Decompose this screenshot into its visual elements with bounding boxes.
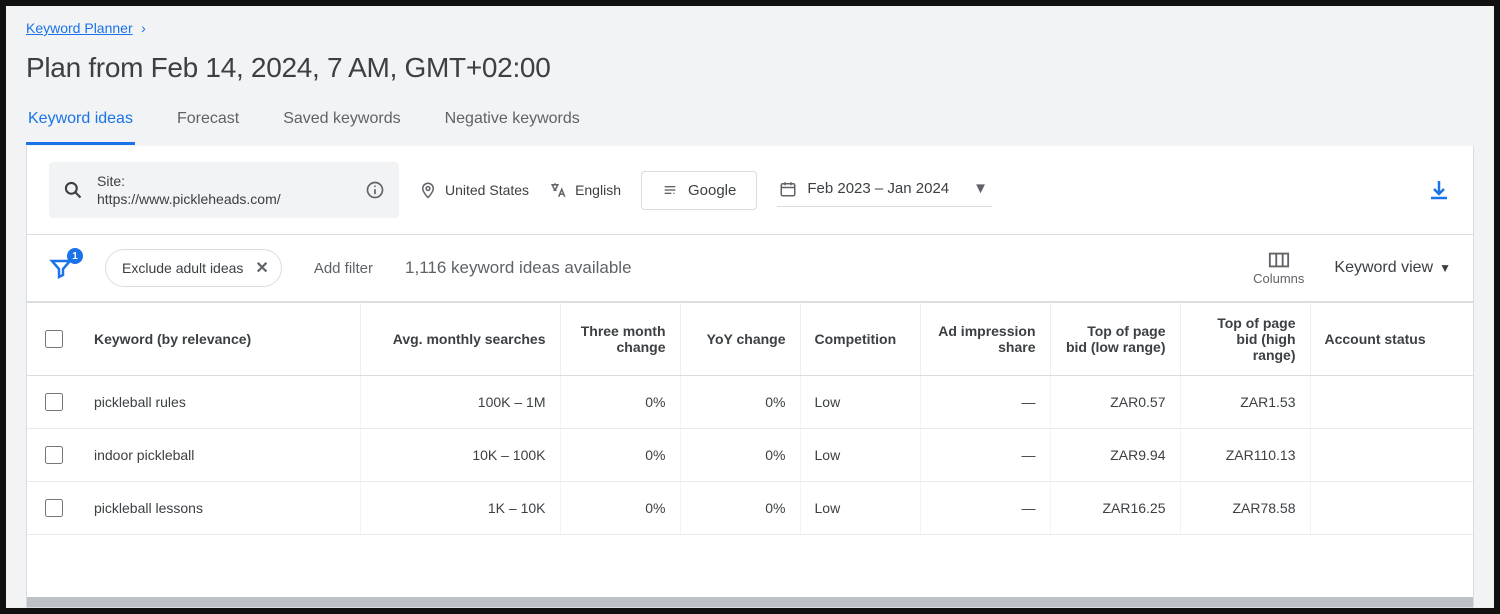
cell-competition: Low xyxy=(800,376,920,429)
filter-icon[interactable]: 1 xyxy=(49,256,73,280)
tab-forecast[interactable]: Forecast xyxy=(175,102,241,145)
cell-adimp: — xyxy=(920,376,1050,429)
row-checkbox[interactable] xyxy=(45,393,63,411)
download-button[interactable] xyxy=(1427,178,1451,202)
chevron-down-icon: ▼ xyxy=(1439,261,1451,275)
cell-adimp: — xyxy=(920,429,1050,482)
cell-yoy: 0% xyxy=(680,482,800,535)
tab-saved-keywords[interactable]: Saved keywords xyxy=(281,102,402,145)
cell-competition: Low xyxy=(800,482,920,535)
tabs: Keyword ideas Forecast Saved keywords Ne… xyxy=(26,102,1474,146)
info-icon[interactable] xyxy=(365,180,385,200)
cell-high-bid: ZAR78.58 xyxy=(1180,482,1310,535)
chevron-right-icon: › xyxy=(141,20,146,36)
col-competition[interactable]: Competition xyxy=(800,303,920,376)
tab-keyword-ideas[interactable]: Keyword ideas xyxy=(26,102,135,145)
col-yoy[interactable]: YoY change xyxy=(680,303,800,376)
row-checkbox[interactable] xyxy=(45,446,63,464)
filter-count-badge: 1 xyxy=(67,248,83,264)
cell-status xyxy=(1310,376,1473,429)
add-filter-button[interactable]: Add filter xyxy=(314,260,373,277)
cell-low-bid: ZAR9.94 xyxy=(1050,429,1180,482)
cell-status xyxy=(1310,482,1473,535)
location-selector[interactable]: United States xyxy=(419,181,529,199)
location-pin-icon xyxy=(419,181,437,199)
cell-low-bid: ZAR0.57 xyxy=(1050,376,1180,429)
select-all-checkbox[interactable] xyxy=(45,330,63,348)
table-header-row: Keyword (by relevance) Avg. monthly sear… xyxy=(27,303,1473,376)
close-icon[interactable]: ✕ xyxy=(255,258,268,278)
ideas-count: 1,116 keyword ideas available xyxy=(405,258,632,278)
search-icon xyxy=(63,180,83,200)
cell-high-bid: ZAR110.13 xyxy=(1180,429,1310,482)
cell-low-bid: ZAR16.25 xyxy=(1050,482,1180,535)
col-account-status[interactable]: Account status xyxy=(1310,303,1473,376)
language-selector[interactable]: English xyxy=(549,181,621,199)
col-high-bid[interactable]: Top of page bid (high range) xyxy=(1180,303,1310,376)
table-row[interactable]: indoor pickleball10K – 100K0%0%Low—ZAR9.… xyxy=(27,429,1473,482)
col-three-month[interactable]: Three month change xyxy=(560,303,680,376)
cell-three: 0% xyxy=(560,376,680,429)
network-icon xyxy=(662,182,678,198)
cell-avg: 100K – 1M xyxy=(360,376,560,429)
col-keyword[interactable]: Keyword (by relevance) xyxy=(80,303,360,376)
cell-avg: 10K – 100K xyxy=(360,429,560,482)
table-row[interactable]: pickleball lessons1K – 10K0%0%Low—ZAR16.… xyxy=(27,482,1473,535)
chevron-down-icon: ▼ xyxy=(973,180,988,197)
cell-high-bid: ZAR1.53 xyxy=(1180,376,1310,429)
cell-keyword: pickleball lessons xyxy=(80,482,360,535)
col-avg-searches[interactable]: Avg. monthly searches xyxy=(360,303,560,376)
horizontal-scrollbar[interactable] xyxy=(27,597,1473,607)
cell-yoy: 0% xyxy=(680,376,800,429)
cell-three: 0% xyxy=(560,482,680,535)
site-seed-text: Site: https://www.pickleheads.com/ xyxy=(97,172,351,208)
table-row[interactable]: pickleball rules100K – 1M0%0%Low—ZAR0.57… xyxy=(27,376,1473,429)
col-low-bid[interactable]: Top of page bid (low range) xyxy=(1050,303,1180,376)
filter-chip-exclude-adult[interactable]: Exclude adult ideas ✕ xyxy=(105,249,282,287)
cell-yoy: 0% xyxy=(680,429,800,482)
cell-three: 0% xyxy=(560,429,680,482)
breadcrumb-link[interactable]: Keyword Planner xyxy=(26,20,133,36)
page-title: Plan from Feb 14, 2024, 7 AM, GMT+02:00 xyxy=(26,52,1474,84)
translate-icon xyxy=(549,181,567,199)
view-selector[interactable]: Keyword view ▼ xyxy=(1334,259,1451,277)
cell-keyword: indoor pickleball xyxy=(80,429,360,482)
cell-keyword: pickleball rules xyxy=(80,376,360,429)
site-seed-box[interactable]: Site: https://www.pickleheads.com/ xyxy=(49,162,399,218)
columns-button[interactable]: Columns xyxy=(1253,251,1304,286)
filter-chip-label: Exclude adult ideas xyxy=(122,260,243,276)
row-checkbox[interactable] xyxy=(45,499,63,517)
calendar-icon xyxy=(779,180,797,198)
cell-avg: 1K – 10K xyxy=(360,482,560,535)
cell-competition: Low xyxy=(800,429,920,482)
breadcrumb: Keyword Planner › xyxy=(26,20,1474,38)
columns-label: Columns xyxy=(1253,271,1304,286)
network-selector[interactable]: Google xyxy=(641,171,757,210)
col-ad-impression[interactable]: Ad impression share xyxy=(920,303,1050,376)
cell-adimp: — xyxy=(920,482,1050,535)
cell-status xyxy=(1310,429,1473,482)
date-range-selector[interactable]: Feb 2023 – Jan 2024 ▼ xyxy=(777,174,992,207)
tab-negative-keywords[interactable]: Negative keywords xyxy=(443,102,582,145)
